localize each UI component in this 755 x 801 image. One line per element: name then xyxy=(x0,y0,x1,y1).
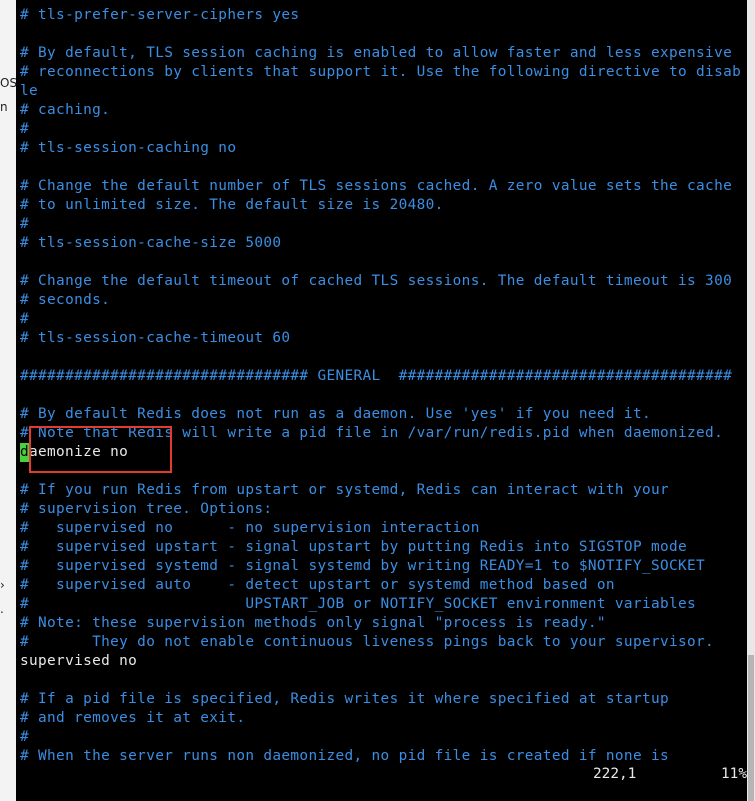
editor-line[interactable]: # Change the default timeout of cached T… xyxy=(20,272,732,291)
highlight-annotation-box xyxy=(29,426,172,473)
editor-line[interactable]: # supervised no - no supervision interac… xyxy=(20,519,480,538)
background-fragment: OS xyxy=(0,76,17,90)
editor-line[interactable]: # By default Redis does not run as a dae… xyxy=(20,405,651,424)
editor-line[interactable]: supervised no xyxy=(20,652,137,671)
editor-line[interactable]: # Change the default number of TLS sessi… xyxy=(20,177,732,196)
editor-line[interactable]: # reconnections by clients that support … xyxy=(20,63,741,82)
editor-line[interactable]: # xyxy=(20,728,29,747)
editor-line[interactable]: le xyxy=(20,82,38,101)
scrollbar-thumb[interactable] xyxy=(748,655,754,801)
editor-line[interactable]: # and removes it at exit. xyxy=(20,709,245,728)
scroll-percent-indicator: 11% xyxy=(721,766,747,782)
editor-line[interactable]: # Note: these supervision methods only s… xyxy=(20,614,606,633)
editor-line[interactable]: # xyxy=(20,310,29,329)
editor-line[interactable]: # They do not enable continuous liveness… xyxy=(20,633,714,652)
editor-line[interactable]: # caching. xyxy=(20,101,110,120)
background-window-strip: OS n › . xyxy=(0,0,17,801)
background-fragment: . xyxy=(0,602,4,616)
editor-line[interactable]: # When the server runs non daemonized, n… xyxy=(20,747,669,766)
editor-line[interactable]: # If a pid file is specified, Redis writ… xyxy=(20,690,669,709)
editor-line[interactable]: # UPSTART_JOB or NOTIFY_SOCKET environme… xyxy=(20,595,696,614)
vertical-scrollbar[interactable] xyxy=(747,0,755,801)
editor-line[interactable]: # supervision tree. Options: xyxy=(20,500,272,519)
editor-line[interactable]: # supervised upstart - signal upstart by… xyxy=(20,538,687,557)
editor-line[interactable]: ################################ GENERAL… xyxy=(20,367,732,386)
editor-line[interactable]: # tls-session-caching no xyxy=(20,139,236,158)
editor-line[interactable]: # tls-prefer-server-ciphers yes xyxy=(20,6,299,25)
editor-line[interactable]: # By default, TLS session caching is ena… xyxy=(20,44,732,63)
editor-line[interactable]: # tls-session-cache-size 5000 xyxy=(20,234,281,253)
terminal-editor[interactable]: # tls-prefer-server-ciphers yes # By defa… xyxy=(16,0,747,801)
editor-line[interactable]: # supervised systemd - signal systemd by… xyxy=(20,557,705,576)
background-fragment: › xyxy=(0,578,5,592)
editor-line[interactable]: # xyxy=(20,120,29,139)
editor-line[interactable]: # If you run Redis from upstart or syste… xyxy=(20,481,669,500)
editor-line[interactable]: # seconds. xyxy=(20,291,110,310)
background-fragment: n xyxy=(0,100,8,114)
editor-line[interactable]: # to unlimited size. The default size is… xyxy=(20,196,444,215)
cursor-position-indicator: 222,1 xyxy=(593,766,637,782)
editor-line[interactable]: # tls-session-cache-timeout 60 xyxy=(20,329,290,348)
text-cursor: d xyxy=(20,443,30,462)
editor-line[interactable]: # xyxy=(20,215,29,234)
editor-line[interactable]: # supervised auto - detect upstart or sy… xyxy=(20,576,615,595)
